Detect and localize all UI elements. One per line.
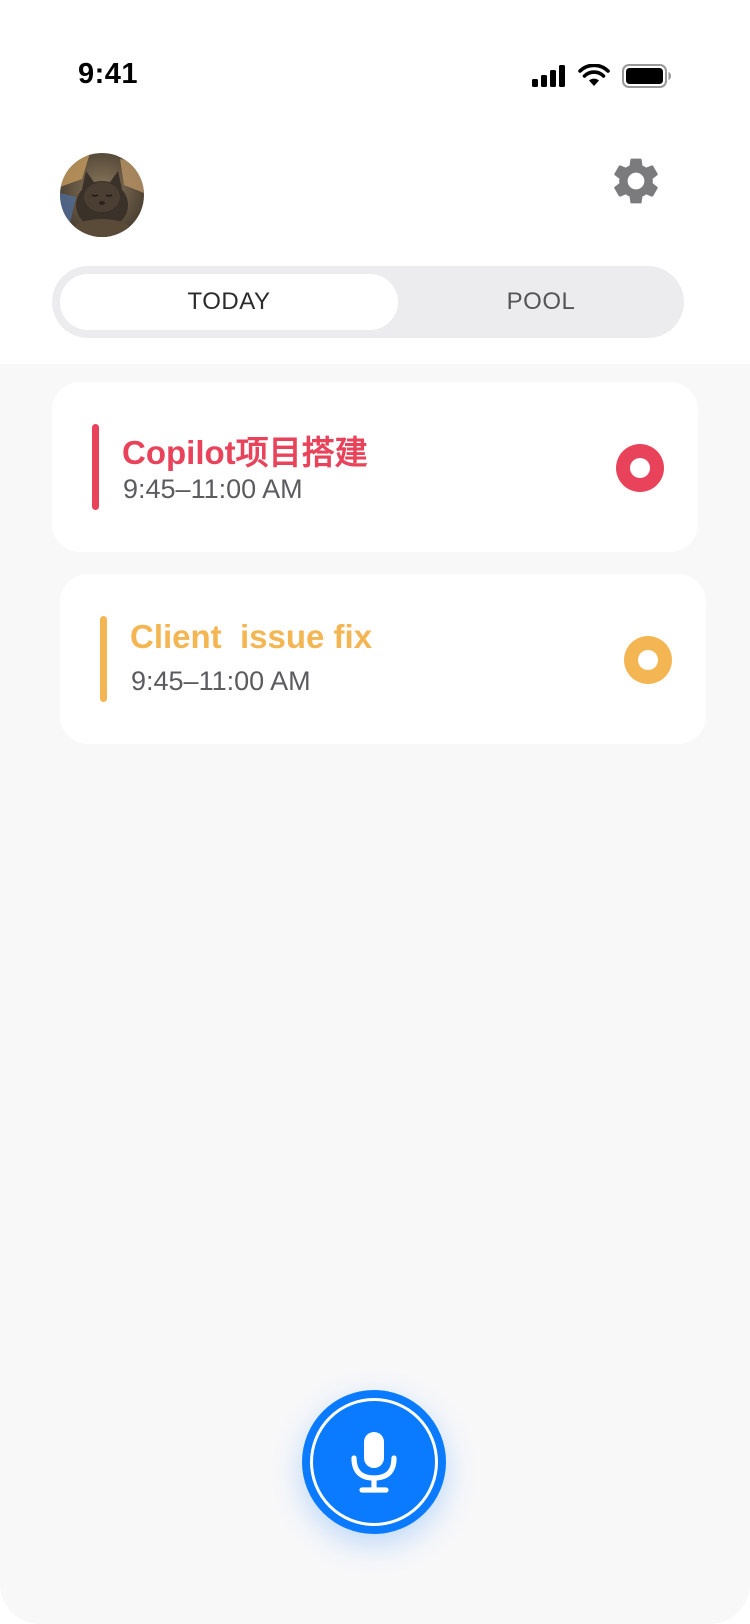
status-time: 9:41 — [78, 58, 139, 90]
task-card[interactable]: Client issue fix 9:45–11:00 AM — [60, 574, 706, 744]
tab-today[interactable]: TODAY — [60, 274, 398, 330]
battery-icon — [622, 64, 672, 93]
task-title: Client issue fix — [130, 618, 373, 655]
task-card[interactable]: Copilot项目搭建 9:45–11:00 AM — [52, 382, 698, 552]
view-switcher: TODAY POOL — [52, 266, 684, 338]
tab-pool[interactable]: POOL — [406, 274, 676, 330]
wifi-icon — [578, 63, 610, 93]
avatar[interactable] — [60, 153, 144, 237]
status-icons — [532, 63, 672, 93]
voice-button-ring — [310, 1398, 438, 1526]
gear-icon — [614, 158, 658, 204]
microphone-icon — [351, 1432, 397, 1493]
task-color-bar — [100, 616, 107, 702]
status-bar: 9:41 — [0, 0, 750, 140]
task-time: 9:45–11:00 AM — [123, 474, 303, 504]
task-status-toggle[interactable] — [616, 444, 664, 492]
settings-button[interactable] — [608, 153, 664, 209]
cellular-signal-icon — [532, 65, 566, 92]
voice-input-button[interactable] — [302, 1390, 446, 1534]
status-dot-center — [638, 650, 658, 670]
task-title: Copilot项目搭建 — [122, 434, 368, 471]
task-status-toggle[interactable] — [624, 636, 672, 684]
task-color-bar — [92, 424, 99, 510]
cat-avatar-image — [60, 153, 144, 237]
task-time: 9:45–11:00 AM — [131, 666, 311, 696]
status-dot-center — [630, 458, 650, 478]
